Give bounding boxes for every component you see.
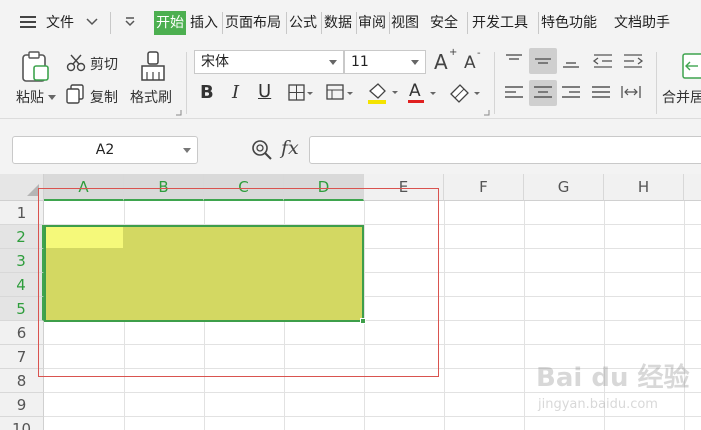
underline-icon[interactable]: U xyxy=(258,81,271,102)
chevron-down-icon[interactable] xyxy=(86,18,98,26)
ribbon-separator xyxy=(186,52,187,114)
tab-home[interactable]: 开始 xyxy=(154,11,186,35)
svg-text:A: A xyxy=(409,81,421,101)
grid-line xyxy=(44,416,701,417)
column-header-h[interactable]: H xyxy=(604,174,684,201)
menu-separator xyxy=(222,12,223,34)
tab-special-features[interactable]: 特色功能 xyxy=(541,13,597,33)
copy-icon[interactable] xyxy=(66,84,86,104)
formula-input[interactable] xyxy=(309,136,701,164)
scissors-icon[interactable] xyxy=(66,54,86,72)
paste-button-label[interactable]: 粘贴 xyxy=(16,87,44,107)
increase-font-plus-icon: + xyxy=(449,47,458,58)
justify-icon[interactable] xyxy=(590,84,612,102)
tab-formulas[interactable]: 公式 xyxy=(289,13,317,33)
watermark-url: jingyan.baidu.com xyxy=(537,397,658,412)
menu-separator xyxy=(356,12,357,34)
row-header-9[interactable]: 9 xyxy=(0,393,44,417)
grid-line xyxy=(444,201,445,430)
menu-separator xyxy=(538,12,539,34)
paste-dropdown-icon[interactable] xyxy=(48,95,56,101)
tab-developer[interactable]: 开发工具 xyxy=(472,13,528,33)
decrease-font-minus-icon: - xyxy=(477,48,481,59)
menu-separator xyxy=(110,12,111,34)
font-size-select[interactable]: 11 xyxy=(344,50,426,74)
font-launcher-icon[interactable] xyxy=(484,110,490,116)
format-painter-icon[interactable] xyxy=(138,50,168,82)
ribbon-separator xyxy=(494,52,495,114)
clipboard-launcher-icon[interactable] xyxy=(176,110,182,116)
align-center-icon[interactable] xyxy=(532,84,554,102)
name-box-value: A2 xyxy=(95,142,115,158)
fill-style-icon[interactable] xyxy=(326,84,354,102)
menu-separator xyxy=(286,12,287,34)
column-header-partial[interactable] xyxy=(684,174,701,201)
font-name-value: 宋体 xyxy=(201,54,229,70)
menu-separator xyxy=(389,12,390,34)
tab-data[interactable]: 数据 xyxy=(324,13,352,33)
row-header-10[interactable]: 10 xyxy=(0,417,44,430)
file-menu[interactable]: 文件 xyxy=(46,13,74,33)
align-middle-icon[interactable] xyxy=(532,52,554,70)
bold-icon[interactable]: B xyxy=(200,82,214,103)
decrease-indent-icon[interactable] xyxy=(592,52,614,70)
paste-icon[interactable] xyxy=(20,50,52,84)
align-bottom-icon[interactable] xyxy=(560,52,582,70)
chevron-down-icon[interactable] xyxy=(183,148,191,154)
tab-view[interactable]: 视图 xyxy=(391,13,419,33)
watermark-logo: Bai du 经验 jingyan.baidu.com xyxy=(536,362,690,412)
distributed-align-icon[interactable] xyxy=(620,84,642,102)
menu-separator xyxy=(467,12,468,34)
column-header-g[interactable]: G xyxy=(524,174,604,201)
insert-function-icon[interactable]: fx xyxy=(281,137,299,159)
column-header-f[interactable]: F xyxy=(444,174,524,201)
zoom-formula-icon[interactable] xyxy=(250,138,274,162)
hamburger-icon[interactable] xyxy=(20,16,36,28)
font-name-select[interactable]: 宋体 xyxy=(194,50,344,74)
increase-font-size-icon[interactable]: A xyxy=(434,50,448,74)
menu-bar: 文件 开始 插入 页面布局 公式 数据 审阅 视图 安全 开发工具 特色功能 文… xyxy=(0,0,701,44)
quick-access-chevron-icon[interactable] xyxy=(124,16,136,28)
ribbon-separator xyxy=(656,52,657,114)
italic-icon[interactable]: I xyxy=(232,82,239,103)
grid-line xyxy=(524,201,525,430)
format-painter-button[interactable]: 格式刷 xyxy=(130,87,172,107)
tab-page-layout[interactable]: 页面布局 xyxy=(225,13,281,33)
tab-insert[interactable]: 插入 xyxy=(190,13,218,33)
align-left-icon[interactable] xyxy=(503,84,525,102)
increase-indent-icon[interactable] xyxy=(622,52,644,70)
border-icon[interactable] xyxy=(288,84,314,102)
tab-security[interactable]: 安全 xyxy=(430,13,458,33)
eraser-icon[interactable] xyxy=(448,82,482,104)
annotation-highlight-box xyxy=(38,188,439,377)
chevron-down-icon xyxy=(329,60,337,65)
tab-doc-assistant[interactable]: 文档助手 xyxy=(614,13,670,33)
copy-button[interactable]: 复制 xyxy=(90,87,118,107)
merge-center-button[interactable]: 合并居 xyxy=(662,87,701,107)
align-right-icon[interactable] xyxy=(560,84,582,102)
font-color-icon[interactable]: A xyxy=(406,81,440,105)
align-top-icon[interactable] xyxy=(503,52,525,70)
font-size-value: 11 xyxy=(351,54,369,70)
cut-button[interactable]: 剪切 xyxy=(90,54,118,74)
menu-separator xyxy=(321,12,322,34)
fill-color-icon[interactable] xyxy=(366,82,400,104)
chevron-down-icon xyxy=(411,60,419,65)
name-box[interactable]: A2 xyxy=(12,136,198,164)
ribbon-toolbar: 粘贴 剪切 复制 格式刷 宋体 11 A + A - B I U A 合并居 xyxy=(0,44,701,119)
decrease-font-size-icon[interactable]: A xyxy=(464,53,476,73)
tab-review[interactable]: 审阅 xyxy=(358,13,386,33)
watermark-text: Bai du 经验 xyxy=(536,362,690,393)
merge-center-icon[interactable] xyxy=(682,52,701,82)
